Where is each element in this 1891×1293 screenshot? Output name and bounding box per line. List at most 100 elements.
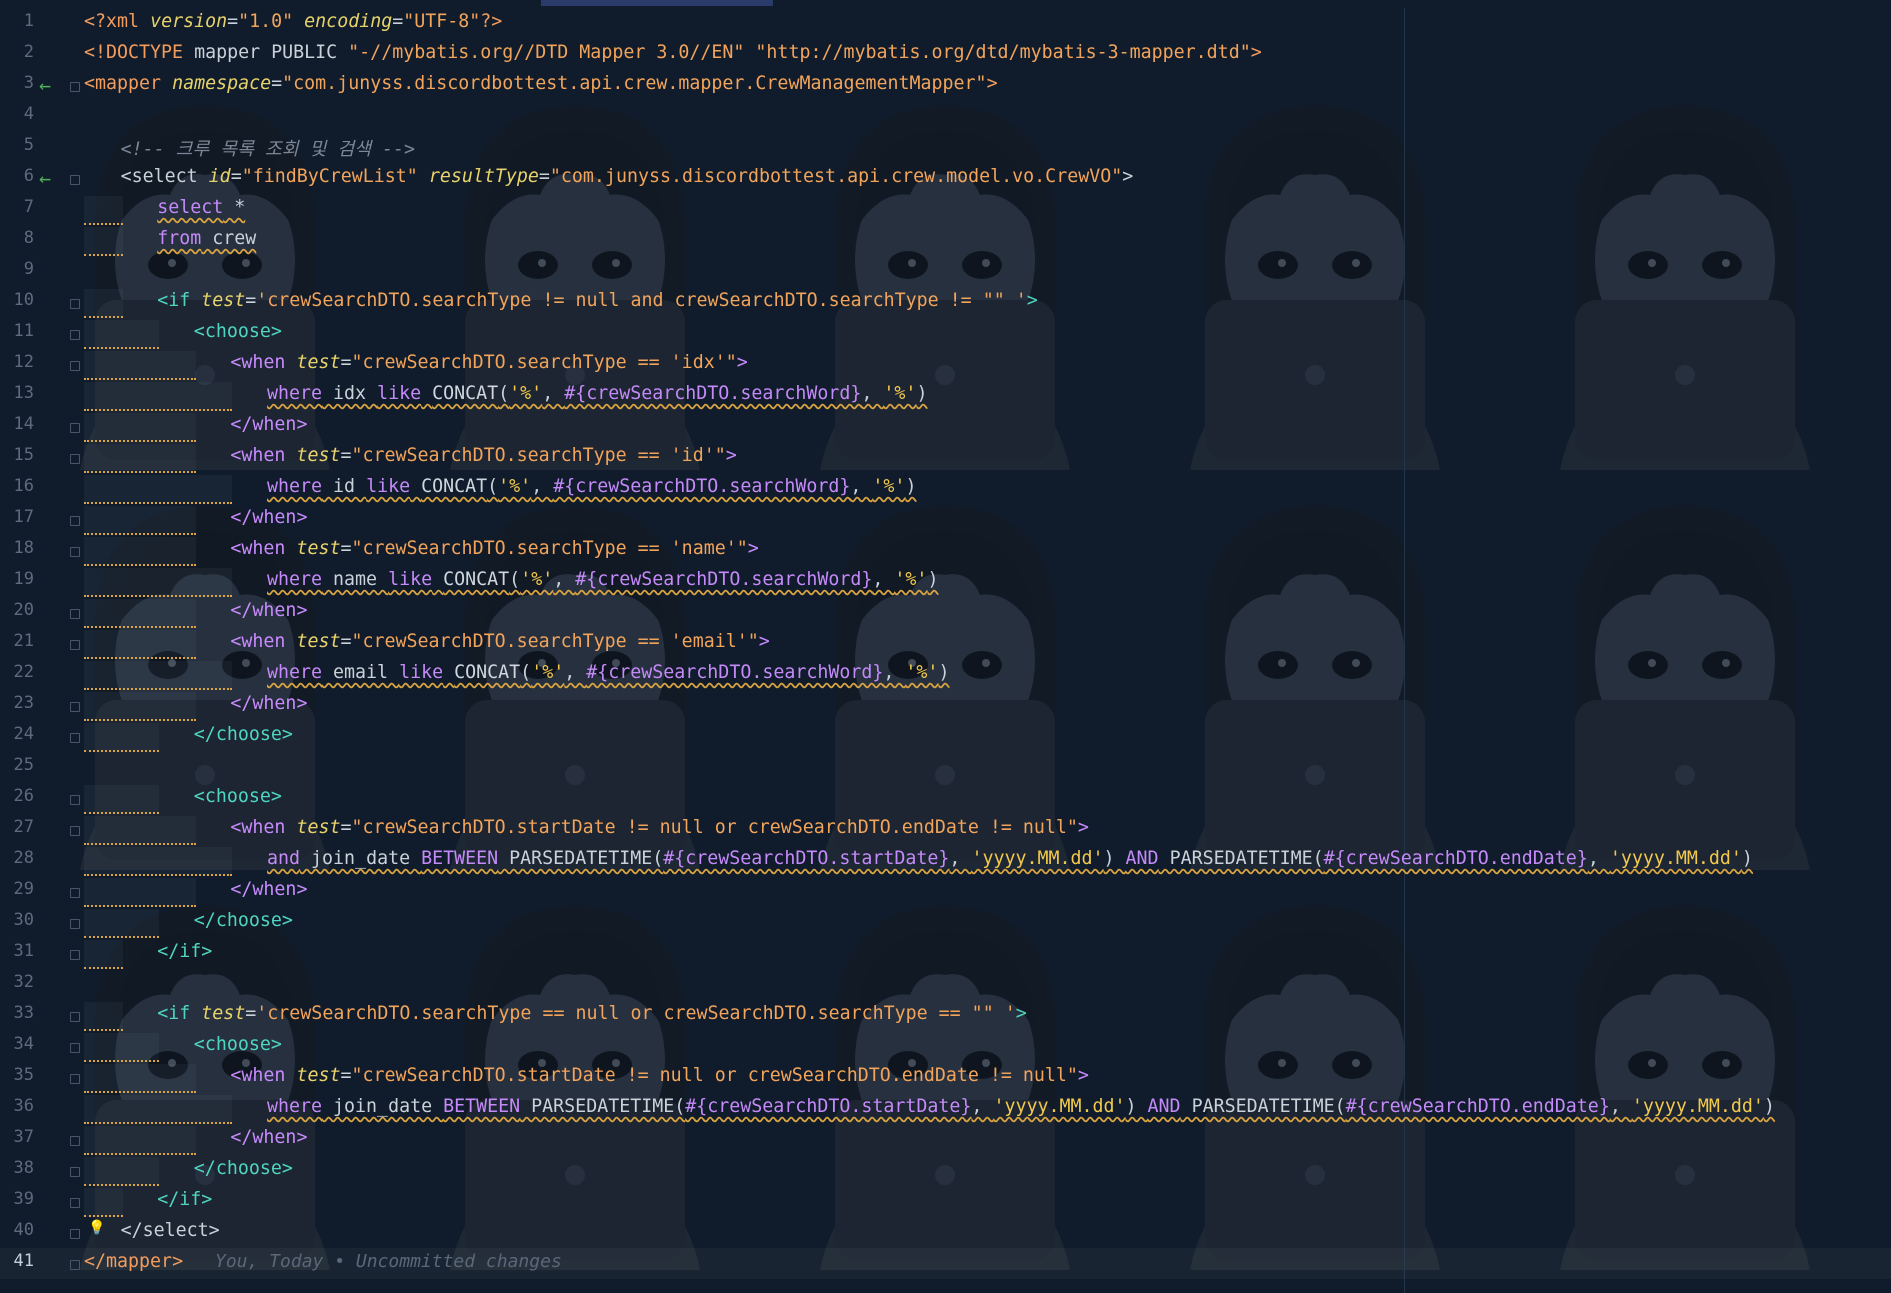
fold-toggle-icon[interactable] — [70, 640, 80, 650]
code-line[interactable]: 37 </when> — [0, 1124, 1891, 1155]
implementation-arrow-icon[interactable]: ← — [39, 166, 51, 190]
code-line[interactable]: 14 </when> — [0, 411, 1891, 442]
line-number[interactable]: 4 — [0, 104, 34, 124]
line-number[interactable]: 41 — [0, 1251, 34, 1271]
line-number[interactable]: 19 — [0, 569, 34, 589]
fold-toggle-icon[interactable] — [70, 1229, 80, 1239]
line-number[interactable]: 15 — [0, 445, 34, 465]
line-number[interactable]: 36 — [0, 1096, 34, 1116]
line-number[interactable]: 31 — [0, 941, 34, 961]
code-line[interactable]: 34 <choose> — [0, 1031, 1891, 1062]
fold-toggle-icon[interactable] — [70, 609, 80, 619]
fold-toggle-icon[interactable] — [70, 423, 80, 433]
code-line[interactable]: 32 — [0, 969, 1891, 1000]
code-text[interactable]: from crew — [157, 228, 256, 249]
code-text[interactable]: </when> — [230, 414, 307, 435]
code-text[interactable]: <!-- 크루 목록 조회 및 검색 --> — [121, 135, 415, 161]
code-text[interactable]: <if test='crewSearchDTO.searchType != nu… — [157, 290, 1038, 311]
code-text[interactable]: <!DOCTYPE mapper PUBLIC "-//mybatis.org/… — [84, 42, 1262, 63]
line-number[interactable]: 28 — [0, 848, 34, 868]
fold-toggle-icon[interactable] — [70, 516, 80, 526]
line-number[interactable]: 16 — [0, 476, 34, 496]
fold-toggle-icon[interactable] — [70, 1260, 80, 1270]
line-number[interactable]: 18 — [0, 538, 34, 558]
code-text[interactable]: </when> — [230, 693, 307, 714]
line-number[interactable]: 40 — [0, 1220, 34, 1240]
code-line[interactable]: 22 where email like CONCAT('%', #{crewSea… — [0, 659, 1891, 690]
code-text[interactable]: </if> — [157, 941, 212, 962]
code-text[interactable]: and join_date BETWEEN PARSEDATETIME(#{cr… — [267, 848, 1753, 869]
fold-toggle-icon[interactable] — [70, 1012, 80, 1022]
line-number[interactable]: 2 — [0, 42, 34, 62]
code-text[interactable]: </mapper> — [84, 1251, 183, 1272]
code-text[interactable]: <mapper namespace="com.junyss.discordbot… — [84, 73, 998, 94]
code-text[interactable]: <when test="crewSearchDTO.searchType == … — [230, 445, 736, 466]
code-line[interactable]: 2 <!DOCTYPE mapper PUBLIC "-//mybatis.org… — [0, 39, 1891, 70]
implementation-arrow-icon[interactable]: ← — [39, 73, 51, 97]
code-line[interactable]: 18 <when test="crewSearchDTO.searchType =… — [0, 535, 1891, 566]
fold-toggle-icon[interactable] — [70, 82, 80, 92]
fold-toggle-icon[interactable] — [70, 888, 80, 898]
code-line[interactable]: 26 <choose> — [0, 783, 1891, 814]
line-number[interactable]: 1 — [0, 11, 34, 31]
line-number[interactable]: 38 — [0, 1158, 34, 1178]
line-number[interactable]: 11 — [0, 321, 34, 341]
line-number[interactable]: 6 — [0, 166, 34, 186]
code-text[interactable]: <choose> — [194, 786, 282, 807]
fold-toggle-icon[interactable] — [70, 1167, 80, 1177]
code-text[interactable]: where name like CONCAT('%', #{crewSearch… — [267, 569, 938, 590]
fold-toggle-icon[interactable] — [70, 454, 80, 464]
code-text[interactable]: </when> — [230, 600, 307, 621]
line-number[interactable]: 14 — [0, 414, 34, 434]
code-line[interactable]: 29 </when> — [0, 876, 1891, 907]
line-number[interactable]: 26 — [0, 786, 34, 806]
code-text[interactable]: where id like CONCAT('%', #{crewSearchDT… — [267, 476, 916, 497]
code-line[interactable]: 40 💡 </select> — [0, 1217, 1891, 1248]
code-line[interactable]: 24 </choose> — [0, 721, 1891, 752]
line-number[interactable]: 5 — [0, 135, 34, 155]
line-number[interactable]: 37 — [0, 1127, 34, 1147]
code-line[interactable]: 4 — [0, 101, 1891, 132]
code-text[interactable]: <when test="crewSearchDTO.startDate != n… — [230, 1065, 1089, 1086]
fold-toggle-icon[interactable] — [70, 950, 80, 960]
fold-toggle-icon[interactable] — [70, 826, 80, 836]
fold-toggle-icon[interactable] — [70, 547, 80, 557]
line-number[interactable]: 17 — [0, 507, 34, 527]
code-text[interactable]: <when test="crewSearchDTO.searchType == … — [230, 352, 747, 373]
line-number[interactable]: 35 — [0, 1065, 34, 1085]
line-number[interactable]: 25 — [0, 755, 34, 775]
fold-toggle-icon[interactable] — [70, 1074, 80, 1084]
code-text[interactable]: where email like CONCAT('%', #{crewSearc… — [267, 662, 949, 683]
code-line[interactable]: 33 <if test='crewSearchDTO.searchType == … — [0, 1000, 1891, 1031]
code-line[interactable]: 13 where idx like CONCAT('%', #{crewSearc… — [0, 380, 1891, 411]
code-line[interactable]: 16 where id like CONCAT('%', #{crewSearch… — [0, 473, 1891, 504]
code-text[interactable]: </when> — [230, 507, 307, 528]
code-text[interactable]: </choose> — [194, 1158, 293, 1179]
line-number[interactable]: 33 — [0, 1003, 34, 1023]
code-line[interactable]: 39 </if> — [0, 1186, 1891, 1217]
code-line[interactable]: 35 <when test="crewSearchDTO.startDate !=… — [0, 1062, 1891, 1093]
code-text[interactable]: </if> — [157, 1189, 212, 1210]
fold-toggle-icon[interactable] — [70, 919, 80, 929]
code-text[interactable]: <choose> — [194, 321, 282, 342]
line-number[interactable]: 7 — [0, 197, 34, 217]
fold-toggle-icon[interactable] — [70, 795, 80, 805]
line-number[interactable]: 24 — [0, 724, 34, 744]
line-number[interactable]: 3 — [0, 73, 34, 93]
code-line[interactable]: 3 ← <mapper namespace="com.junyss.discordb… — [0, 70, 1891, 101]
line-number[interactable]: 10 — [0, 290, 34, 310]
code-line[interactable]: 1 <?xml version="1.0" encoding="UTF-8"?> — [0, 8, 1891, 39]
code-text[interactable]: <when test="crewSearchDTO.searchType == … — [230, 631, 769, 652]
code-text[interactable]: </choose> — [194, 724, 293, 745]
code-text[interactable]: <when test="crewSearchDTO.searchType == … — [230, 538, 758, 559]
fold-toggle-icon[interactable] — [70, 1043, 80, 1053]
code-text[interactable]: where join_date BETWEEN PARSEDATETIME(#{… — [267, 1096, 1775, 1117]
code-line[interactable]: 20 </when> — [0, 597, 1891, 628]
code-text[interactable]: </choose> — [194, 910, 293, 931]
code-line[interactable]: 15 <when test="crewSearchDTO.searchType =… — [0, 442, 1891, 473]
code-text[interactable]: </when> — [230, 879, 307, 900]
line-number[interactable]: 30 — [0, 910, 34, 930]
fold-toggle-icon[interactable] — [70, 175, 80, 185]
code-line[interactable]: 8 from crew — [0, 225, 1891, 256]
code-line[interactable]: 27 <when test="crewSearchDTO.startDate !=… — [0, 814, 1891, 845]
